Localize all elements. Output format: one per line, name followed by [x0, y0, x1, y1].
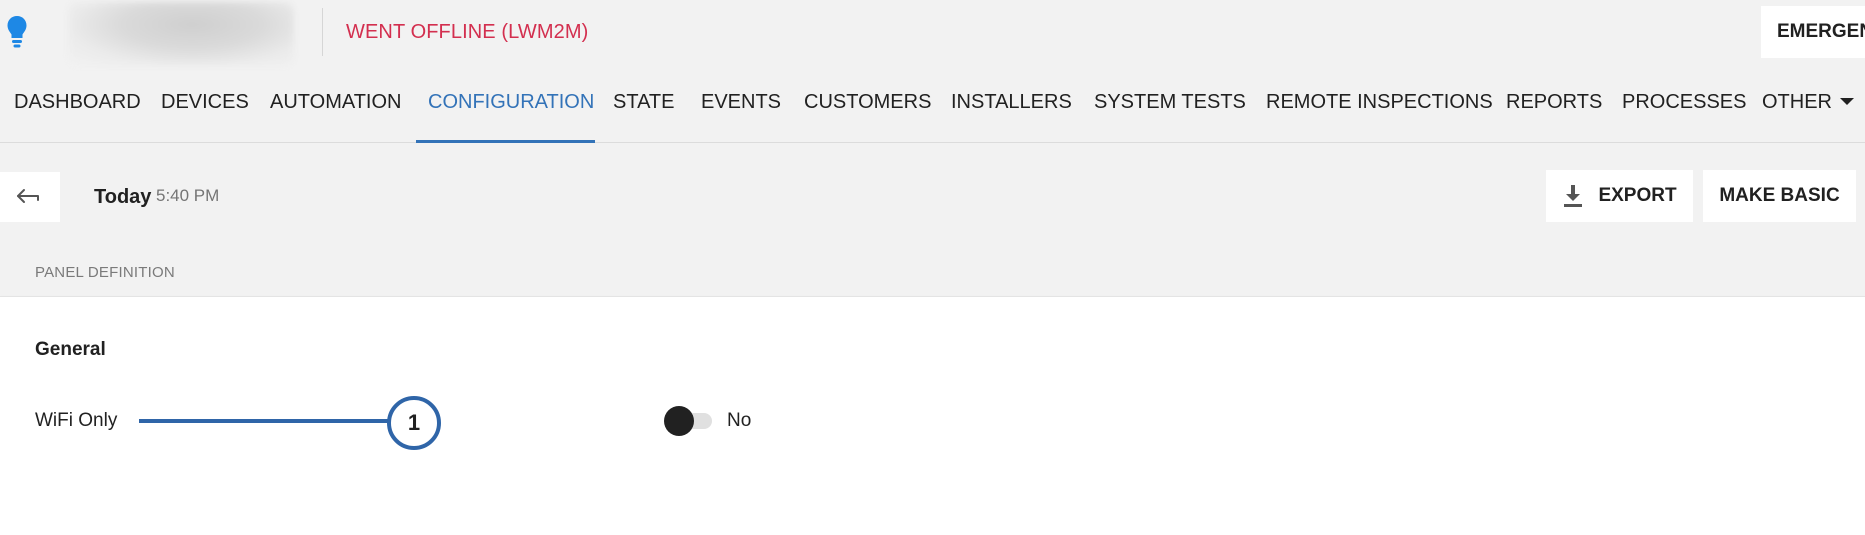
tab-dashboard[interactable]: DASHBOARD [14, 91, 141, 114]
callout-marker: 1 [387, 396, 441, 450]
card-title: General [35, 339, 106, 360]
main-nav: DASHBOARD DEVICES AUTOMATION CONFIGURATI… [0, 63, 1865, 143]
tab-system-tests[interactable]: SYSTEM TESTS [1094, 91, 1246, 114]
top-bar: WENT OFFLINE (LWM2M) EMERGENCY [0, 0, 1865, 66]
toggle-value: No [727, 410, 752, 431]
tab-events[interactable]: EVENTS [701, 91, 781, 114]
section-title: PANEL DEFINITION [35, 264, 175, 281]
status-text: WENT OFFLINE (LWM2M) [346, 21, 589, 43]
toggle-thumb [664, 406, 694, 436]
export-label: EXPORT [1598, 185, 1677, 206]
download-icon [1564, 185, 1583, 207]
date-label: Today [94, 186, 152, 208]
tab-installers[interactable]: INSTALLERS [951, 91, 1072, 114]
panel-definition-card: General WiFi Only 1 No [0, 296, 1865, 535]
lightbulb-icon [7, 16, 27, 48]
tab-remote-inspections[interactable]: REMOTE INSPECTIONS [1266, 91, 1493, 114]
wifi-only-label: WiFi Only [35, 410, 118, 431]
emergency-button[interactable]: EMERGENCY [1761, 6, 1865, 58]
export-button[interactable]: EXPORT [1546, 170, 1693, 222]
active-tab-indicator [416, 140, 595, 143]
tab-processes[interactable]: PROCESSES [1622, 91, 1746, 114]
tab-other[interactable]: OTHER [1762, 91, 1854, 114]
caret-down-icon [1840, 98, 1854, 105]
back-arrow-icon [17, 189, 39, 203]
callout-line [139, 419, 390, 423]
tab-devices[interactable]: DEVICES [161, 91, 249, 114]
tab-configuration[interactable]: CONFIGURATION [428, 91, 594, 114]
back-button[interactable] [0, 172, 60, 222]
tab-reports[interactable]: REPORTS [1506, 91, 1602, 114]
site-logo-blurred [68, 2, 294, 66]
header-divider [322, 8, 323, 56]
tab-other-label: OTHER [1762, 91, 1832, 113]
make-basic-button[interactable]: MAKE BASIC [1703, 170, 1856, 222]
tab-customers[interactable]: CUSTOMERS [804, 91, 931, 114]
tab-state[interactable]: STATE [613, 91, 674, 114]
wifi-only-toggle[interactable] [664, 406, 714, 436]
tab-automation[interactable]: AUTOMATION [270, 91, 401, 114]
time-label: 5:40 PM [156, 186, 220, 205]
